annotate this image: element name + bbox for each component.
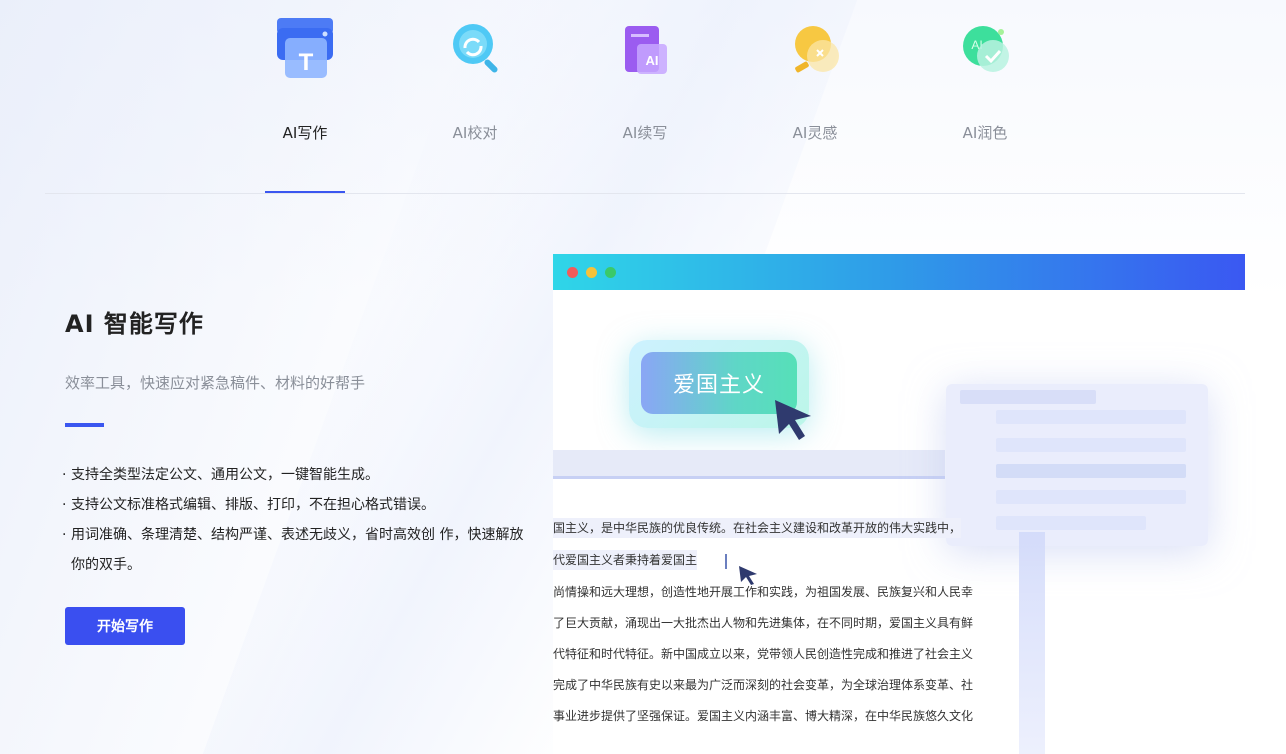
panel-line: [996, 410, 1186, 424]
small-cursor-icon: [739, 566, 757, 585]
tab-label: AI续写: [622, 124, 668, 142]
lightbulb-icon: [785, 16, 845, 80]
tab-ai-continue[interactable]: AI AI续写: [585, 0, 705, 194]
feature-title: AI 智能写作: [65, 310, 204, 338]
text-caret: [725, 554, 727, 569]
tab-ai-proofread[interactable]: AI校对: [415, 0, 535, 194]
tabs-divider: [45, 193, 1245, 194]
feature-point: 用词准确、条理清楚、结构严谨、表述无歧义，省时高效创 作，快速解放: [62, 520, 532, 550]
panel-connector: [1019, 532, 1045, 754]
window-minimize-dot: [586, 267, 597, 278]
title-accent-bar: [65, 423, 104, 427]
magnifier-check-icon: [445, 16, 505, 80]
document-line: 代爱国主义者秉持着爱国主: [553, 550, 698, 570]
start-writing-button[interactable]: 开始写作: [65, 607, 185, 645]
tab-label: AI灵感: [792, 124, 838, 142]
feature-point: 支持全类型法定公文、通用公文，一键智能生成。: [62, 460, 532, 490]
panel-line: [996, 516, 1146, 530]
tab-ai-inspire[interactable]: AI灵感: [755, 0, 875, 194]
highlight-line: [553, 476, 945, 479]
cursor-arrow-icon: [775, 400, 811, 440]
tab-label: AI校对: [452, 124, 498, 142]
window-maximize-dot: [605, 267, 616, 278]
document-line: 代特征和时代特征。新中国成立以来，党带领人民创造性完成和推进了社会主义: [553, 647, 974, 661]
tab-label: AI写作: [282, 124, 328, 142]
feature-subtitle: 效率工具，快速应对紧急稿件、材料的好帮手: [65, 374, 366, 392]
window-titlebar: [553, 254, 1245, 290]
feature-tabs: T AI写作 AI校对 AI AI续写 AI灵感 AI AI润色: [0, 0, 1286, 194]
feature-point-continued: 你的双手。: [71, 557, 141, 573]
svg-text:AI: AI: [646, 53, 659, 68]
suggestion-panel: [946, 384, 1208, 546]
panel-line: [996, 464, 1186, 478]
document-write-icon: T: [275, 16, 335, 80]
panel-line: [996, 490, 1186, 504]
document-line: 完成了中华民族有史以来最为广泛而深刻的社会变革，为全球治理体系变革、社: [553, 678, 974, 692]
check-badge-icon: AI: [955, 16, 1015, 80]
panel-header-bar: [960, 390, 1096, 404]
editor-mockup: 爱国主义 国主义，是中华民族的优良传统。在社会主义建设和改革开放的伟大实践中， …: [553, 254, 1245, 754]
tab-label: AI润色: [962, 124, 1008, 142]
document-line: 尚情操和远大理想，创造性地开展工作和实践，为祖国发展、民族复兴和人民幸: [553, 585, 974, 599]
ai-document-icon: AI: [615, 16, 675, 80]
document-line: 事业进步提供了坚强保证。爱国主义内涵丰富、博大精深，在中华民族悠久文化: [553, 709, 974, 723]
tab-ai-write[interactable]: T AI写作: [245, 0, 365, 194]
document-line: 国主义，是中华民族的优良传统。在社会主义建设和改革开放的伟大实践中，: [553, 518, 962, 538]
document-line: 了巨大贡献，涌现出一大批杰出人物和先进集体，在不同时期，爱国主义具有鲜: [553, 616, 974, 630]
feature-point: 支持公文标准格式编辑、排版、打印，不在担心格式错误。: [62, 490, 532, 520]
feature-list: 支持全类型法定公文、通用公文，一键智能生成。 支持公文标准格式编辑、排版、打印，…: [62, 460, 532, 580]
window-close-dot: [567, 267, 578, 278]
panel-line: [996, 438, 1186, 452]
svg-text:T: T: [299, 49, 314, 76]
highlight-band: [553, 450, 945, 476]
tab-ai-polish[interactable]: AI AI润色: [925, 0, 1045, 194]
